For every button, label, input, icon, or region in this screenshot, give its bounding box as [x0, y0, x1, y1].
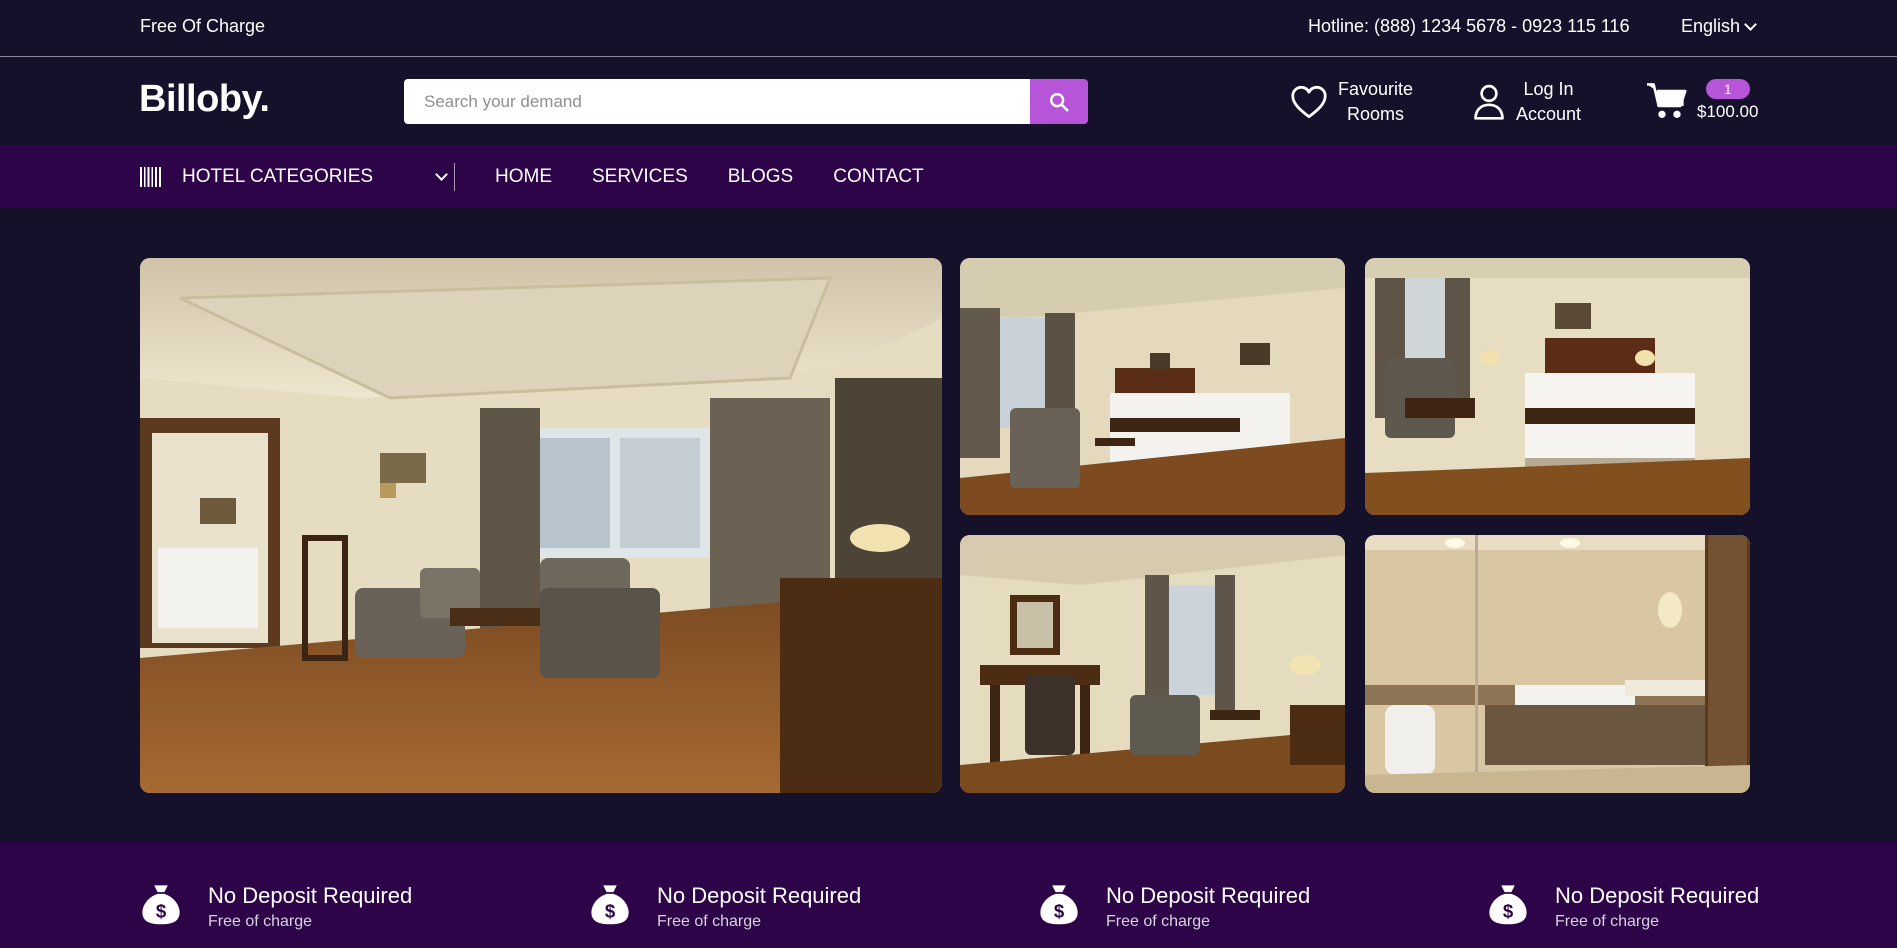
- feature-title: No Deposit Required: [657, 883, 862, 908]
- hotel-categories-dropdown[interactable]: HOTEL CATEGORIES: [140, 145, 448, 208]
- language-label: English: [1681, 16, 1741, 36]
- feature-title: No Deposit Required: [1555, 883, 1760, 908]
- chevron-down-icon: [435, 167, 448, 181]
- bathroom-photo[interactable]: [1365, 535, 1750, 793]
- cart-count-badge: 1: [1705, 79, 1750, 99]
- svg-text:$: $: [1054, 901, 1065, 922]
- money-bag-icon: $: [142, 885, 180, 925]
- feature-item: $ No Deposit Required Free of charge: [1038, 882, 1310, 931]
- bedroom-1-photo[interactable]: [960, 258, 1345, 515]
- chevron-down-icon: [1744, 17, 1757, 31]
- main-nav: HOTEL CATEGORIES HOME SERVICES BLOGS CON…: [0, 145, 1897, 208]
- living-room-photo[interactable]: [140, 258, 942, 793]
- feature-item: $ No Deposit Required Free of charge: [1487, 882, 1759, 931]
- categories-label: HOTEL CATEGORIES: [182, 165, 374, 187]
- search-button[interactable]: [1030, 79, 1088, 124]
- svg-text:$: $: [605, 901, 616, 922]
- nav-divider: [454, 163, 455, 191]
- nav-link-home[interactable]: HOME: [495, 166, 552, 188]
- search-bar: [404, 79, 1088, 124]
- feature-subtitle: Free of charge: [1106, 913, 1211, 930]
- favourite-rooms-link[interactable]: Favourite Rooms: [1290, 77, 1413, 127]
- feature-title: No Deposit Required: [208, 883, 413, 908]
- search-input[interactable]: [404, 79, 1030, 124]
- cart-total: $100.00: [1697, 102, 1759, 121]
- login-label-line1: Log In: [1523, 79, 1574, 99]
- cart-icon: [1647, 82, 1687, 118]
- feature-subtitle: Free of charge: [657, 913, 762, 930]
- favourite-label-line2: Rooms: [1347, 104, 1405, 124]
- svg-text:$: $: [1503, 901, 1514, 922]
- nav-link-blogs[interactable]: BLOGS: [728, 166, 793, 188]
- features-strip: $ No Deposit Required Free of charge $ N…: [0, 842, 1897, 948]
- feature-item: $ No Deposit Required Free of charge: [589, 882, 861, 931]
- main-header: Billoby. Favourite Rooms Log In Account: [0, 58, 1897, 145]
- site-logo[interactable]: Billoby.: [139, 78, 270, 121]
- hotline-text: Hotline: (888) 1234 5678 - 0923 115 116: [1308, 16, 1630, 36]
- feature-title: No Deposit Required: [1106, 883, 1311, 908]
- language-selector[interactable]: English: [1681, 16, 1757, 37]
- favourite-label-line1: Favourite: [1338, 79, 1414, 99]
- barcode-icon: [140, 166, 161, 187]
- promo-text: Free Of Charge: [140, 16, 266, 36]
- feature-item: $ No Deposit Required Free of charge: [140, 882, 412, 931]
- nav-link-contact[interactable]: CONTACT: [833, 166, 923, 188]
- login-label-line2: Account: [1516, 104, 1582, 124]
- svg-text:$: $: [156, 901, 167, 922]
- top-bar: Free Of Charge Hotline: (888) 1234 5678 …: [0, 0, 1897, 57]
- cart-button[interactable]: 1 $100.00: [1645, 79, 1758, 122]
- feature-subtitle: Free of charge: [1555, 913, 1660, 930]
- user-icon: [1474, 84, 1504, 120]
- nav-menu: HOME SERVICES BLOGS CONTACT: [495, 145, 924, 208]
- money-bag-icon: $: [591, 885, 629, 925]
- heart-icon: [1291, 85, 1327, 119]
- nav-link-services[interactable]: SERVICES: [592, 166, 688, 188]
- login-account-link[interactable]: Log In Account: [1472, 77, 1581, 127]
- money-bag-icon: $: [1040, 885, 1078, 925]
- bedroom-2-photo[interactable]: [1365, 258, 1750, 515]
- search-icon: [1050, 92, 1069, 112]
- money-bag-icon: $: [1489, 885, 1527, 925]
- bedroom-3-photo[interactable]: [960, 535, 1345, 793]
- feature-subtitle: Free of charge: [208, 913, 313, 930]
